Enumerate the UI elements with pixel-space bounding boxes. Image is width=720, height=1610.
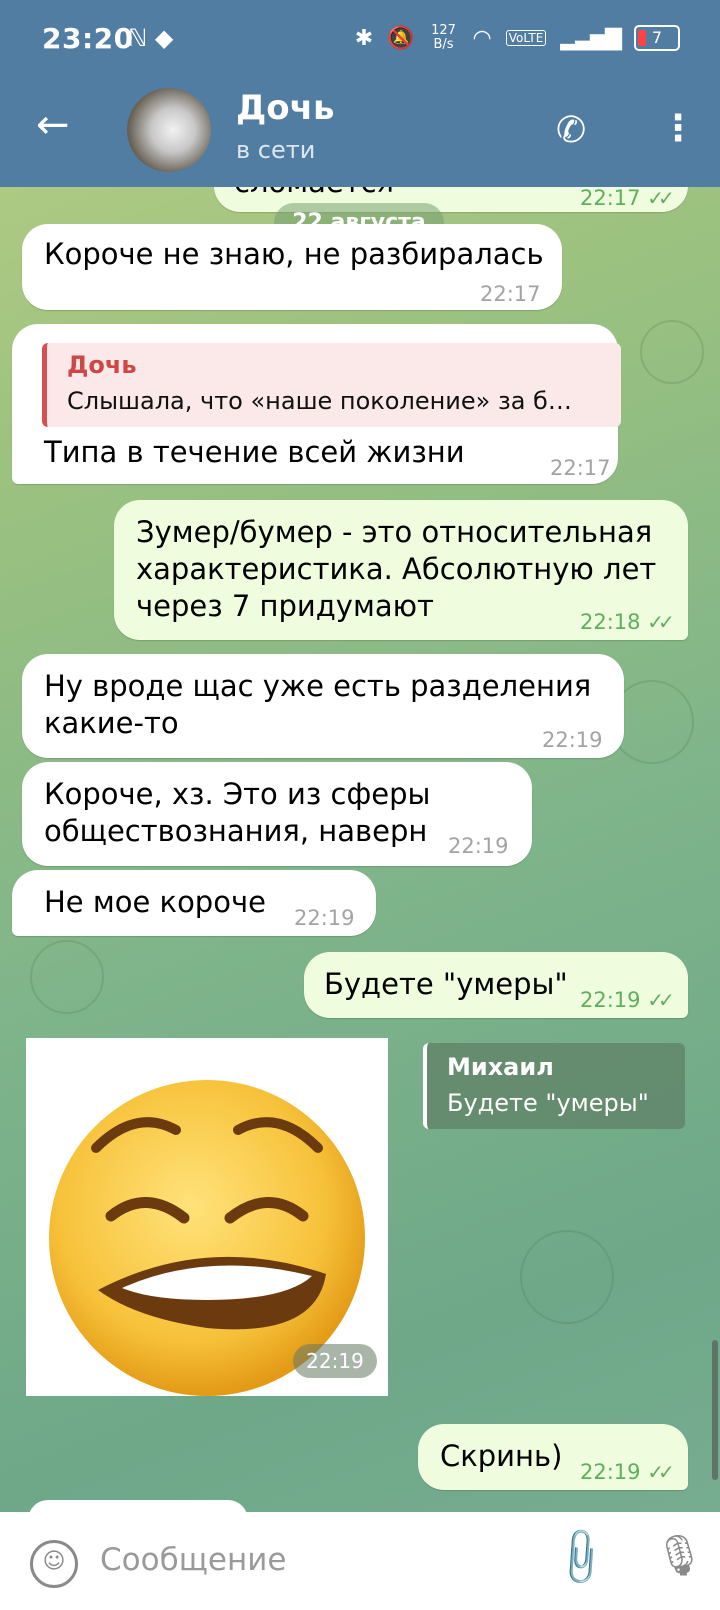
bluetooth-icon: ✱ [354,25,374,51]
reply-text: Слышала, что «наше поколение» за б… [67,387,572,415]
double-check-icon: ✓✓ [647,186,674,210]
network-speed: 127 B/s [431,23,456,52]
mute-icon: 🔕 [387,25,415,51]
chat-header: 23:20 ℕ ◆ ✱ 🔕 127 B/s ◠ VoLTE ▂▃▅▇ 7 ← Д… [0,0,720,187]
reply-text: Будете "умеры" [447,1089,649,1117]
message-bubble-outgoing[interactable]: Зумер/бумер - это относительная характер… [114,500,688,640]
status-time: 23:20 [42,22,134,55]
phone-icon[interactable]: ✆ [556,110,586,151]
weary-face-emoji-icon [49,1080,365,1396]
message-time: 22:18 ✓✓ [580,610,675,634]
back-arrow-icon[interactable]: ← [36,105,70,145]
microphone-icon[interactable]: 🎙 [654,1532,705,1579]
message-text: Скринь) [440,1439,563,1473]
reply-author: Михаил [447,1053,554,1081]
chat-title[interactable]: Дочь [236,88,334,128]
double-check-icon: ✓✓ [647,988,674,1012]
message-bubble-incoming[interactable]: Не мое короче 22:19 [12,870,376,936]
status-icons: ✱ 🔕 127 B/s ◠ VoLTE ▂▃▅▇ 7 [355,24,680,52]
notification-icons: ℕ ◆ [128,24,174,52]
message-time: 22:19 ✓✓ [580,988,675,1012]
message-text: Короче не знаю, не разбиралась [44,237,544,271]
sticker-image[interactable] [26,1038,388,1396]
message-time: 22:17 [480,282,541,306]
message-time: 22:19 ✓✓ [580,1460,675,1484]
message-text: Короче, хз. Это из сферы обществознания,… [44,777,431,848]
sticker-reply-quote[interactable]: Михаил Будете "умеры" [423,1043,685,1129]
online-status: в сети [236,136,316,164]
battery-level: 7 [651,28,663,47]
message-time: 22:19 [542,728,603,752]
double-check-icon: ✓✓ [647,610,674,634]
message-text: Не мое короче [44,885,266,919]
reply-author: Дочь [67,351,137,379]
status-bar: 23:20 ℕ ◆ ✱ 🔕 127 B/s ◠ VoLTE ▂▃▅▇ 7 [0,0,720,80]
message-time: 22:19 [294,906,355,930]
background-doodle [640,320,704,384]
background-doodle [30,940,104,1014]
message-time: 22:19 [448,834,509,858]
wifi-icon: ◠ [472,25,492,51]
sticker-time: 22:19 [293,1344,377,1378]
message-bubble-incoming[interactable]: Ну вроде щас уже есть разделения какие-т… [22,654,624,758]
message-text: Будете "умеры" [324,967,568,1001]
background-doodle [520,1230,614,1324]
reply-preview[interactable]: Дочь Слышала, что «наше поколение» за б… [42,343,621,427]
message-bubble-outgoing[interactable]: Скринь) 22:19 ✓✓ [418,1424,688,1490]
volte-badge: VoLTE [505,30,547,46]
message-input[interactable] [98,1536,522,1584]
paperclip-icon[interactable]: 📎 [547,1523,615,1592]
message-text: Типа в течение всей жизни [44,435,465,469]
battery-icon: 7 [634,25,680,51]
message-bubble-incoming[interactable]: Короче не знаю, не разбиралась 22:17 [22,224,562,310]
message-text: Ну вроде щас уже есть разделения какие-т… [44,669,592,740]
message-bubble-outgoing[interactable]: Будете "умеры" 22:19 ✓✓ [304,952,688,1018]
message-time: 22:17 [550,456,611,480]
message-input-bar: ☺ 📎 🎙 [0,1512,720,1610]
scrollbar[interactable] [712,1340,718,1480]
double-check-icon: ✓✓ [647,1460,674,1484]
message-bubble-incoming[interactable]: Короче, хз. Это из сферы обществознания,… [22,762,532,866]
emoji-icon[interactable]: ☺ [30,1540,78,1588]
signal-icon: ▂▃▅▇ [560,25,622,51]
more-vertical-icon[interactable]: ⋮ [660,108,696,149]
avatar[interactable] [127,88,211,172]
